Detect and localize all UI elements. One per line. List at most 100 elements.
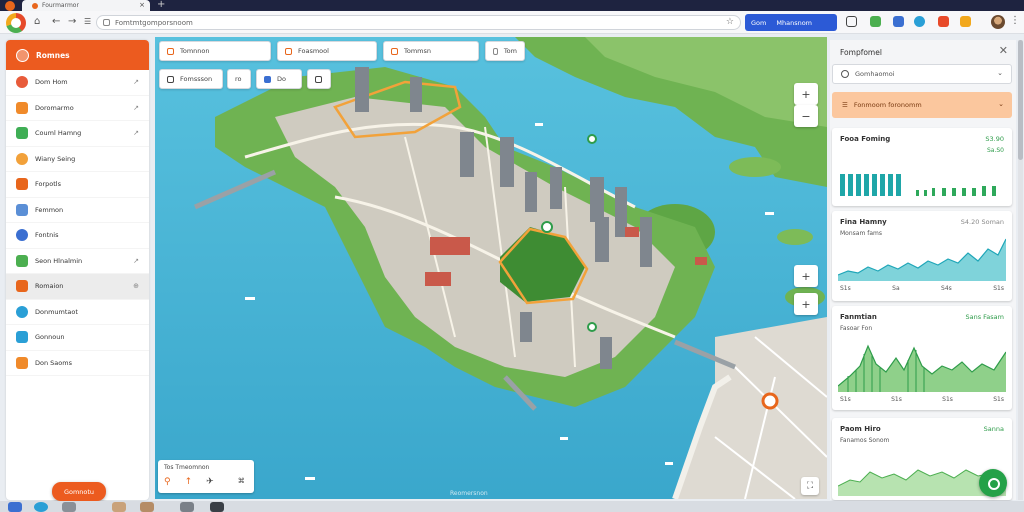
sync-icon[interactable] bbox=[914, 16, 925, 27]
stat-card-bars[interactable]: Fooa Foming S3.90 Sa.S0 bbox=[832, 128, 1012, 206]
walk-icon[interactable]: ⚲ bbox=[164, 477, 171, 487]
panel-search-input[interactable]: Gomhaomoi ⌄ bbox=[832, 64, 1012, 84]
map-chip-2[interactable]: Foasmool bbox=[277, 41, 377, 61]
transit-icon[interactable]: ↑ bbox=[185, 477, 193, 487]
back-icon[interactable]: ← bbox=[52, 16, 60, 27]
search-button-label: Gom bbox=[751, 18, 767, 27]
layers-icon bbox=[16, 101, 28, 114]
forward-icon[interactable]: → bbox=[68, 16, 76, 27]
map-view[interactable]: Tomnnon Foasmool Tommsn Tom Fomssson ro … bbox=[155, 37, 827, 499]
site-logo-icon[interactable] bbox=[6, 13, 26, 33]
stat-card-teal[interactable]: Fina Hamny Monsam fams S4.20 Soman S1s S… bbox=[832, 211, 1012, 301]
tab-close-icon[interactable]: × bbox=[139, 1, 145, 9]
axis-tick: S4s bbox=[941, 285, 952, 292]
sidebar-item-label: Donmumtaot bbox=[35, 307, 78, 316]
settings-icon[interactable] bbox=[180, 502, 194, 512]
terminal-icon[interactable] bbox=[210, 502, 224, 512]
sidebar-item-action-icon[interactable]: ↗ bbox=[133, 257, 139, 265]
sidebar-item[interactable]: Doromarmo ↗ bbox=[6, 96, 149, 121]
buildings-chip[interactable]: Do bbox=[256, 69, 302, 89]
sidebar-item[interactable]: Gonnoun bbox=[6, 325, 149, 351]
avatar[interactable] bbox=[991, 15, 1005, 29]
map-chip-label: Fomssson bbox=[180, 75, 213, 83]
sidebar-item[interactable]: Femmon bbox=[6, 198, 149, 223]
new-tab-button[interactable]: + bbox=[157, 0, 165, 10]
close-icon[interactable]: ✕ bbox=[999, 44, 1008, 57]
sidebar-item[interactable]: Romaion ⊕ bbox=[6, 274, 149, 300]
zoom-in-button-lower[interactable]: + bbox=[794, 265, 818, 287]
browser-icon[interactable] bbox=[34, 502, 48, 512]
square-chip[interactable] bbox=[307, 69, 331, 89]
map-canvas[interactable] bbox=[155, 37, 827, 499]
scrollbar-thumb[interactable] bbox=[1018, 40, 1023, 160]
sidebar-item-action-icon[interactable]: ⊕ bbox=[133, 282, 139, 290]
sidebar-item-action-icon[interactable]: ↗ bbox=[133, 78, 139, 86]
start-icon[interactable] bbox=[8, 502, 22, 512]
sidebar-action-button[interactable]: Gomnotu bbox=[52, 482, 106, 501]
chip-icon bbox=[285, 47, 292, 55]
leaf-extension-icon[interactable] bbox=[870, 16, 881, 27]
menu-icon[interactable]: ☰ bbox=[84, 17, 91, 26]
extension-icon[interactable] bbox=[846, 16, 857, 27]
kebab-menu-icon[interactable]: ⋮ bbox=[1010, 15, 1020, 26]
sidebar-item-action-icon[interactable]: ↗ bbox=[133, 129, 139, 137]
sidebar-item[interactable]: Couml Hamng ↗ bbox=[6, 121, 149, 147]
layers-chip[interactable]: ro bbox=[227, 69, 251, 89]
map-chip-1[interactable]: Tomnnon bbox=[159, 41, 271, 61]
flight-icon[interactable]: ✈ bbox=[206, 477, 214, 487]
axis-tick: S1s bbox=[942, 396, 953, 403]
fullscreen-button[interactable]: ⛶ bbox=[801, 477, 819, 495]
link-icon[interactable]: ⌘ bbox=[238, 477, 245, 487]
map-pin-icon bbox=[587, 134, 597, 144]
zoom-in-button-secondary[interactable]: + bbox=[794, 293, 818, 315]
sidebar-item-action-icon[interactable]: ↗ bbox=[133, 104, 139, 112]
stat-card-green[interactable]: Fanmtian Fasoar Fon Sans Fasam S1s S1s S… bbox=[832, 306, 1012, 410]
locate-button[interactable] bbox=[979, 469, 1007, 497]
music-icon[interactable] bbox=[140, 502, 154, 512]
sidebar-item[interactable]: Dom Hom ↗ bbox=[6, 70, 149, 96]
sidebar-item[interactable]: Don Saoms bbox=[6, 351, 149, 376]
browser-tab[interactable]: Fourmarmor × bbox=[22, 0, 150, 11]
sidebar-item-label: Doromarmo bbox=[35, 103, 74, 112]
files-icon[interactable] bbox=[62, 502, 76, 512]
sidebar-item-label: Seon Hlnalmin bbox=[35, 256, 83, 265]
share-chip[interactable]: Fomssson bbox=[159, 69, 223, 89]
bell-icon[interactable] bbox=[960, 16, 971, 27]
card-subtitle: Fanamos Sonom bbox=[840, 437, 890, 444]
chevron-down-icon[interactable]: ⌄ bbox=[997, 69, 1003, 77]
zoom-in-button[interactable]: + bbox=[794, 83, 818, 105]
chevron-down-icon[interactable]: ⌄ bbox=[998, 100, 1004, 108]
puzzle-icon[interactable] bbox=[893, 16, 904, 27]
sidebar-item[interactable]: Forpotls bbox=[6, 172, 149, 198]
card-value: Sans Fasam bbox=[965, 313, 1004, 321]
filter-dropdown[interactable]: ☰ Fonmoom foronomm ⌄ bbox=[832, 92, 1012, 118]
map-chip-4[interactable]: Tom bbox=[485, 41, 525, 61]
sidebar-item[interactable]: Donmumtaot bbox=[6, 300, 149, 325]
zoom-out-button[interactable]: − bbox=[794, 105, 818, 127]
sidebar-header-icon bbox=[16, 48, 29, 62]
filter-label: Fonmoom foronomm bbox=[853, 101, 922, 109]
card-axis: S1s Sa S4s S1s bbox=[840, 285, 1004, 292]
home-icon[interactable]: ⌂ bbox=[34, 16, 40, 27]
map-legend: Tos Tmeomnon ⚲ ↑ ✈ ⌘ bbox=[158, 460, 254, 493]
photos-icon[interactable] bbox=[112, 502, 126, 512]
card-subtitle: Fasoar Fon bbox=[840, 325, 873, 332]
search-button[interactable]: Gom Mhansnom bbox=[745, 14, 837, 31]
sidebar-item[interactable]: Wiany Seing bbox=[6, 147, 149, 172]
bookmark-star-icon[interactable]: ☆ bbox=[726, 17, 734, 27]
map-chip-3[interactable]: Tommsn bbox=[383, 41, 479, 61]
address-bar[interactable]: Fomtmtgomporsnoom ☆ bbox=[96, 15, 741, 30]
card-axis: S1s S1s S1s S1s bbox=[840, 396, 1004, 403]
sidebar-item[interactable]: Seon Hlnalmin ↗ bbox=[6, 249, 149, 274]
card-area-chart bbox=[838, 238, 1006, 281]
shield-icon[interactable] bbox=[938, 16, 949, 27]
filter-icon: ☰ bbox=[842, 101, 848, 109]
sidebar-header[interactable]: Romnes bbox=[6, 40, 149, 70]
tab-favicon-icon bbox=[32, 2, 38, 9]
sidebar-item[interactable]: Fontnis bbox=[6, 223, 149, 249]
app-icon[interactable] bbox=[5, 1, 15, 11]
sidebar-item-label: Gonnoun bbox=[35, 333, 65, 342]
sidebar-item-label: Wiany Seing bbox=[35, 154, 76, 163]
scrollbar[interactable] bbox=[1018, 40, 1023, 500]
card-title: Fanmtian bbox=[840, 313, 877, 321]
